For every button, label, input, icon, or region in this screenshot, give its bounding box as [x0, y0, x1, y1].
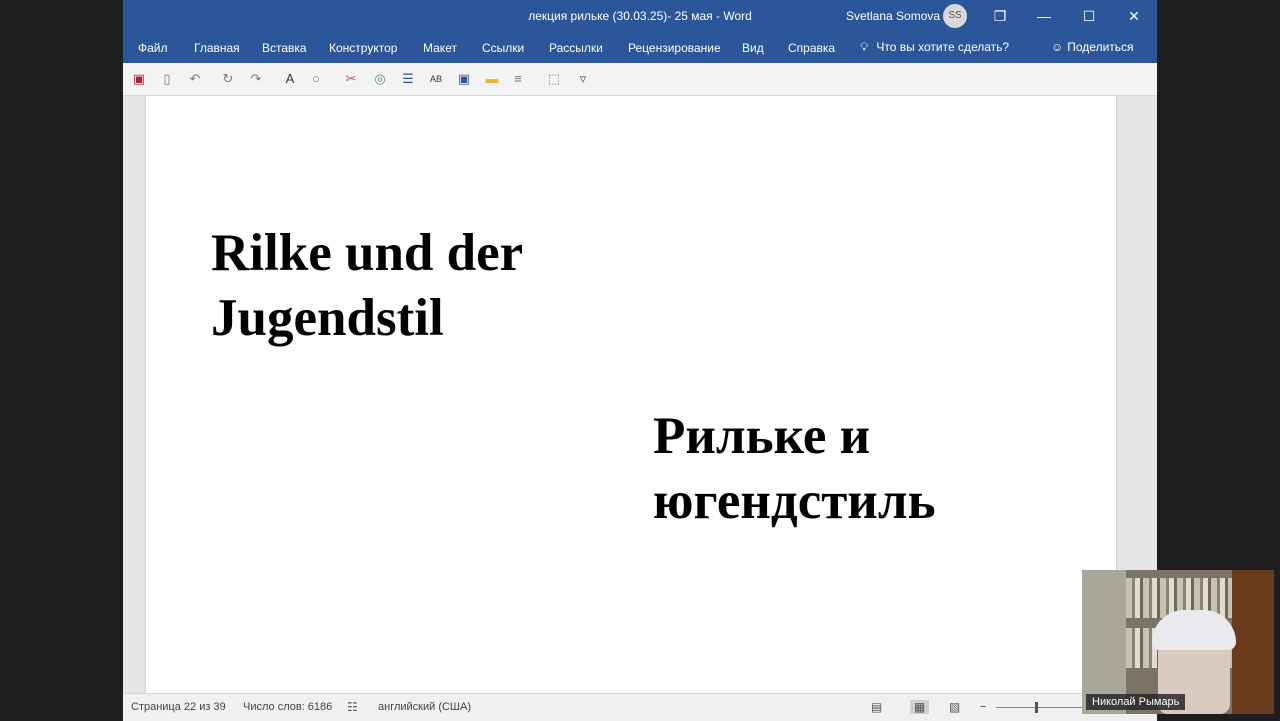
tell-me-label: Что вы хотите сделать? — [876, 40, 1010, 54]
tab-references[interactable]: Ссылки — [482, 41, 524, 55]
align-icon[interactable]: ≡ — [510, 71, 526, 87]
proofing-icon[interactable]: ☷ — [347, 700, 358, 714]
video-door — [1232, 570, 1274, 714]
clear-format-icon[interactable]: ✂ — [343, 71, 359, 87]
tab-insert[interactable]: Вставка — [262, 41, 307, 55]
customize-icon[interactable]: ▿ — [575, 71, 591, 87]
status-bar: Страница 22 из 39 Число слов: 6186 ☷ анг… — [123, 693, 1157, 721]
heading-german-line-1: Rilke und der — [211, 224, 524, 282]
minimize-icon[interactable]: — — [1022, 0, 1066, 32]
tab-file[interactable]: Файл — [138, 41, 168, 55]
spelling-icon[interactable]: AB — [428, 71, 444, 87]
avatar[interactable]: SS — [943, 4, 967, 28]
share-button[interactable]: ☺ Поделиться — [1051, 40, 1134, 54]
heading-german: Rilke und der Jugendstil — [211, 221, 523, 351]
tab-help[interactable]: Справка — [788, 41, 835, 55]
circle-icon[interactable]: ◎ — [372, 71, 388, 87]
word-window: лекция рильке (30.03.25)- 25 мая - Word … — [123, 0, 1157, 721]
open-folder-icon[interactable]: ▬ — [484, 71, 500, 87]
tab-home[interactable]: Главная — [194, 41, 240, 55]
video-tile: Николай Рымарь — [1082, 570, 1274, 714]
tab-mailings[interactable]: Рассылки — [549, 41, 603, 55]
heading-german-line-2: Jugendstil — [211, 289, 444, 347]
zoom-out-button[interactable]: − — [980, 701, 986, 713]
ribbon-display-options-icon[interactable]: ❐ — [978, 0, 1022, 32]
person-icon: ☺ — [1051, 40, 1064, 54]
close-icon[interactable]: ✕ — [1112, 0, 1156, 32]
font-color-icon[interactable]: A — [282, 71, 298, 87]
title-bar: лекция рильке (30.03.25)- 25 мая - Word … — [123, 0, 1157, 34]
new-document-icon[interactable]: ▯ — [159, 71, 175, 87]
save-icon[interactable]: ▣ — [131, 71, 147, 87]
share-label: Поделиться — [1067, 40, 1134, 54]
tab-layout[interactable]: Макет — [423, 41, 457, 55]
list-icon[interactable]: ☰ — [400, 71, 416, 87]
undo-icon[interactable]: ↶ — [187, 71, 203, 87]
repeat-icon[interactable]: ↻ — [220, 71, 236, 87]
participant-name: Николай Рымарь — [1086, 694, 1186, 710]
heading-russian-line-2: югендстиль — [653, 472, 936, 530]
language[interactable]: английский (США) — [378, 701, 471, 713]
video-participant-hair — [1152, 610, 1236, 650]
user-name[interactable]: Svetlana Somova — [846, 9, 940, 23]
zoom-slider-thumb[interactable] — [1035, 702, 1038, 713]
tab-design[interactable]: Конструктор — [329, 41, 397, 55]
redo-icon[interactable]: ↷ — [248, 71, 264, 87]
lightbulb-icon: 💡︎ — [860, 40, 869, 54]
read-mode-icon[interactable]: ▤ — [871, 700, 882, 714]
shape-icon[interactable]: ○ — [308, 71, 324, 87]
document-page[interactable]: Rilke und der Jugendstil Рильке и югендс… — [146, 96, 1116, 693]
save-as-icon[interactable]: ▣ — [456, 71, 472, 87]
web-layout-icon[interactable]: ▧ — [949, 700, 960, 714]
heading-russian: Рильке и югендстиль — [653, 404, 936, 534]
word-count[interactable]: Число слов: 6186 — [243, 701, 332, 713]
tell-me-search[interactable]: 💡︎ Что вы хотите сделать? — [860, 40, 1009, 55]
page-count[interactable]: Страница 22 из 39 — [131, 701, 226, 713]
heading-russian-line-1: Рильке и — [653, 407, 871, 465]
document-area: Rilke und der Jugendstil Рильке и югендс… — [123, 96, 1157, 693]
print-layout-icon[interactable]: ▦ — [910, 700, 930, 714]
video-wall — [1082, 570, 1128, 714]
tab-review[interactable]: Рецензирование — [628, 41, 721, 55]
quick-access-toolbar: ▣ ▯ ↶ ↻ ↷ A ○ ✂ ◎ ☰ AB ▣ ▬ ≡ ⬚ ▿ — [123, 63, 1157, 96]
tab-view[interactable]: Вид — [742, 41, 764, 55]
select-icon[interactable]: ⬚ — [546, 71, 562, 87]
ribbon-tabs: Файл Главная Вставка Конструктор Макет С… — [123, 34, 1157, 63]
maximize-icon[interactable]: ☐ — [1067, 0, 1111, 32]
zoom-slider[interactable] — [996, 707, 1096, 708]
